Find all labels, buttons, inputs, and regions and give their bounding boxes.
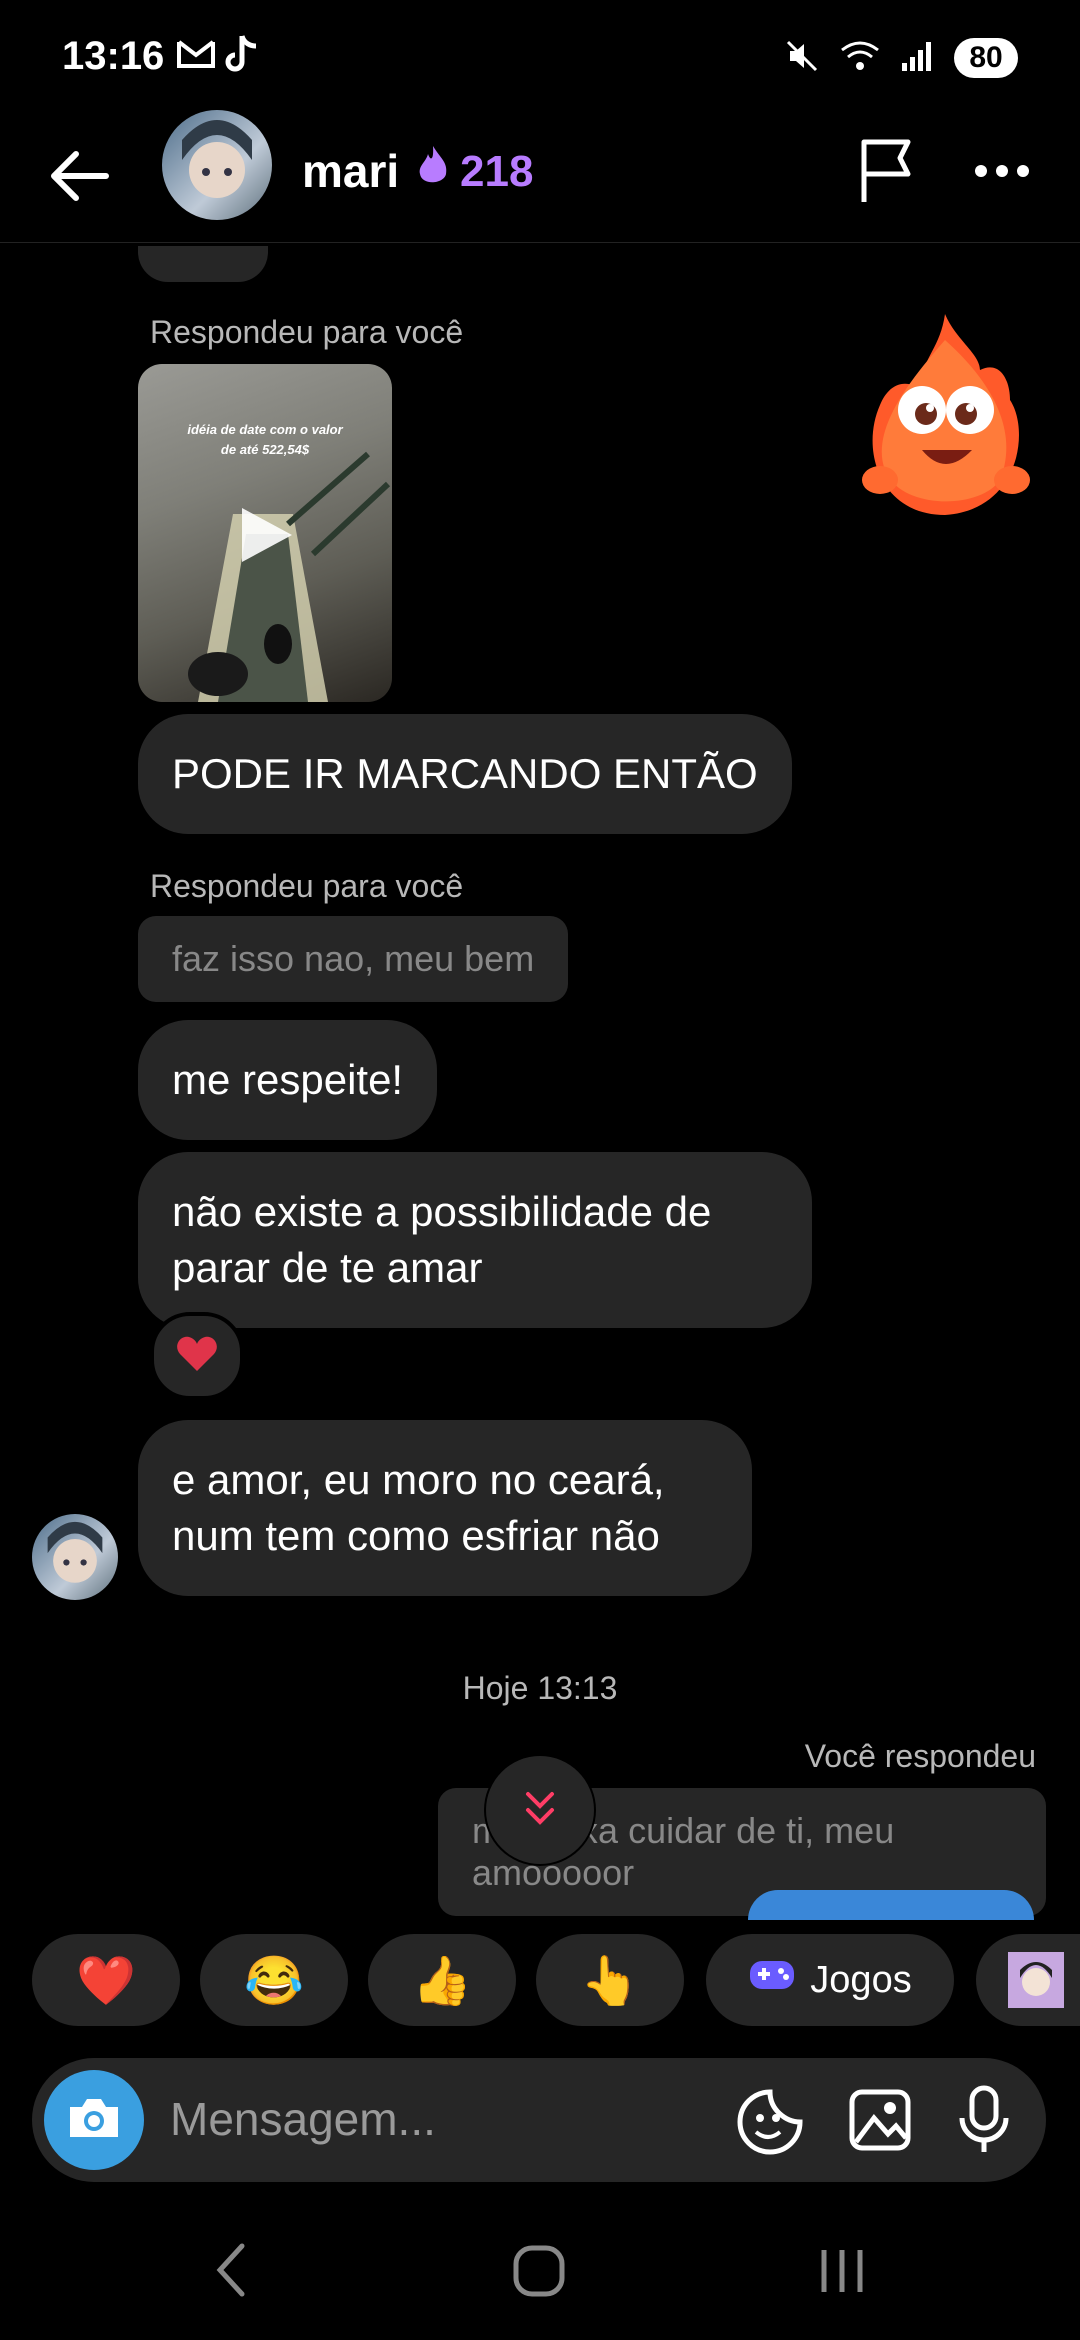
streak-count: 218 [460, 146, 534, 196]
previous-message-tail [138, 246, 268, 282]
status-icons [784, 38, 934, 79]
you-replied-label: Você respondeu [804, 1738, 1036, 1774]
sticker-icon[interactable] [736, 2088, 804, 2161]
play-icon[interactable] [234, 504, 296, 571]
camera-button[interactable] [44, 2070, 144, 2170]
quick-reaction-point-up[interactable]: 👆 [536, 1934, 684, 2026]
back-button[interactable] [46, 146, 110, 211]
gallery-icon[interactable] [848, 2088, 912, 2157]
message-bubble[interactable]: me respeite! [138, 1020, 438, 1140]
streak-indicator: 218 [416, 144, 533, 199]
reaction-badge[interactable] [150, 1312, 244, 1400]
video-caption: idéia de date com o valor de até 522,54$ [187, 422, 343, 457]
chat-timestamp: Hoje 13:13 [462, 1670, 618, 1706]
signal-icon [900, 39, 934, 78]
microphone-icon[interactable] [956, 2084, 1012, 2161]
message-bubble[interactable]: não existe a possibilidade de parar de t… [138, 1152, 812, 1328]
sender-avatar[interactable] [32, 1514, 118, 1600]
camera-icon [66, 2095, 122, 2146]
scroll-down-button[interactable] [486, 1756, 594, 1864]
message-input[interactable]: Mensagem... [170, 2092, 436, 2146]
message-bubble[interactable]: e amor, eu moro no ceará, num tem como e… [138, 1420, 752, 1596]
nav-recents-icon[interactable] [818, 2246, 866, 2301]
quoted-message[interactable]: faz isso nao, meu bem [138, 916, 569, 1002]
gmail-icon [176, 38, 216, 75]
flame-icon [416, 144, 450, 199]
more-options-icon[interactable] [974, 164, 1030, 183]
fire-mascot-sticker [860, 310, 1030, 525]
quick-reaction-laugh[interactable]: 😂 [200, 1934, 348, 2026]
tiktok-icon [224, 34, 260, 79]
contact-name[interactable]: mari [302, 144, 399, 198]
nav-home-icon[interactable] [512, 2244, 566, 2303]
gamepad-icon [748, 1957, 796, 2003]
video-message[interactable]: idéia de date com o valor de até 522,54$ [138, 364, 392, 702]
reply-label: Respondeu para você [150, 314, 464, 350]
reply-label: Respondeu para você [150, 868, 464, 904]
mute-icon [784, 38, 820, 79]
quick-reaction-heart[interactable]: ❤️ [32, 1934, 180, 2026]
quick-reaction-thumbs-up[interactable]: 👍 [368, 1934, 516, 2026]
heart-reaction-icon [176, 1335, 218, 1378]
message-bubble[interactable]: PODE IR MARCANDO ENTÃO [138, 714, 792, 834]
nav-back-icon[interactable] [214, 2242, 250, 2303]
battery-indicator: 80 [954, 38, 1018, 78]
games-button[interactable]: Jogos [706, 1934, 954, 2026]
outgoing-message-partial [748, 1890, 1034, 1920]
message-composer: Mensagem... [32, 2058, 1046, 2182]
double-chevron-down-icon [522, 1788, 558, 1833]
sticker-shortcut[interactable] [976, 1934, 1080, 2026]
status-bar: 13:16 80 [0, 0, 1080, 110]
games-label: Jogos [810, 1958, 912, 2001]
status-time: 13:16 [62, 34, 165, 78]
chat-header: mari 218 [0, 110, 1080, 243]
contact-avatar[interactable] [162, 110, 272, 220]
flag-icon[interactable] [856, 136, 920, 211]
system-nav-bar [0, 2200, 1080, 2340]
wifi-icon [838, 38, 882, 79]
sticker-thumbnail [1008, 1952, 1064, 2008]
